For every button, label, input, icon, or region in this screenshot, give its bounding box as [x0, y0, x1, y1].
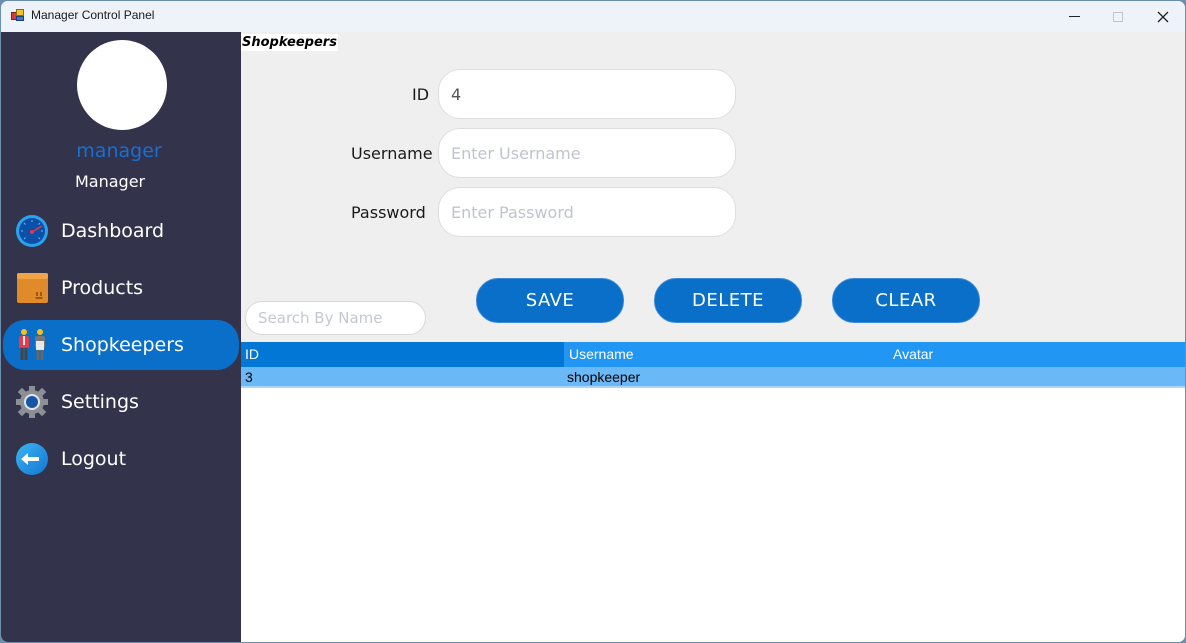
shopkeepers-table: ID Username Avatar 3 shopkeeper — [241, 342, 1185, 642]
dashboard-gauge-icon — [16, 215, 48, 247]
user-name: manager — [76, 140, 162, 162]
minimize-button[interactable] — [1051, 1, 1097, 32]
sidebar-item-label: Shopkeepers — [61, 334, 184, 356]
id-input[interactable] — [451, 84, 723, 104]
sidebar-item-shopkeepers[interactable]: Shopkeepers — [3, 320, 239, 370]
sidebar-item-label: Settings — [61, 391, 139, 413]
username-label: Username — [351, 144, 433, 163]
logout-arrow-icon — [16, 443, 48, 475]
maximize-button[interactable] — [1095, 1, 1141, 32]
sidebar-item-label: Logout — [61, 448, 127, 470]
box-icon — [17, 273, 48, 303]
sidebar-item-label: Dashboard — [61, 220, 165, 242]
app-window: Manager Control Panel manager Manager Da — [0, 0, 1186, 643]
window-title: Manager Control Panel — [31, 8, 155, 22]
main-panel: Shopkeepers ID Username Password SAVE DE… — [241, 32, 1185, 642]
app-icon — [11, 9, 25, 22]
table-header: ID Username Avatar — [241, 342, 1185, 367]
sidebar-item-label: Products — [61, 277, 144, 299]
sidebar-item-dashboard[interactable]: Dashboard — [3, 206, 239, 256]
cell-avatar — [889, 367, 893, 388]
title-bar[interactable]: Manager Control Panel — [1, 1, 1185, 32]
sidebar-item-products[interactable]: Products — [3, 263, 239, 313]
avatar — [77, 40, 167, 130]
search-field[interactable] — [245, 301, 426, 335]
close-button[interactable] — [1140, 1, 1185, 32]
page-title: Shopkeepers — [241, 34, 338, 51]
sidebar: manager Manager Dashboard Products Shopk… — [1, 32, 241, 642]
user-role: Manager — [75, 172, 146, 191]
username-field[interactable] — [438, 128, 736, 178]
column-header-avatar[interactable]: Avatar — [889, 342, 1185, 367]
column-header-id[interactable]: ID — [241, 342, 564, 367]
close-icon — [1157, 11, 1169, 22]
people-icon — [19, 329, 45, 360]
password-field[interactable] — [438, 187, 736, 237]
delete-button[interactable]: DELETE — [654, 278, 802, 323]
password-input[interactable] — [451, 202, 723, 222]
minimize-icon — [1068, 16, 1080, 17]
cell-username: shopkeeper — [567, 369, 641, 385]
table-row[interactable]: 3 shopkeeper — [241, 367, 1185, 388]
search-input[interactable] — [258, 309, 413, 327]
id-label: ID — [412, 85, 430, 104]
sidebar-item-settings[interactable]: Settings — [3, 377, 239, 427]
clear-button[interactable]: CLEAR — [832, 278, 980, 323]
id-field[interactable] — [438, 69, 736, 119]
column-header-username[interactable]: Username — [565, 342, 888, 367]
password-label: Password — [351, 203, 426, 222]
save-button[interactable]: SAVE — [476, 278, 624, 323]
sidebar-item-logout[interactable]: Logout — [3, 434, 239, 484]
maximize-icon — [1113, 11, 1123, 22]
cell-id: 3 — [245, 369, 253, 385]
username-input[interactable] — [451, 143, 723, 163]
gear-icon — [16, 386, 48, 418]
